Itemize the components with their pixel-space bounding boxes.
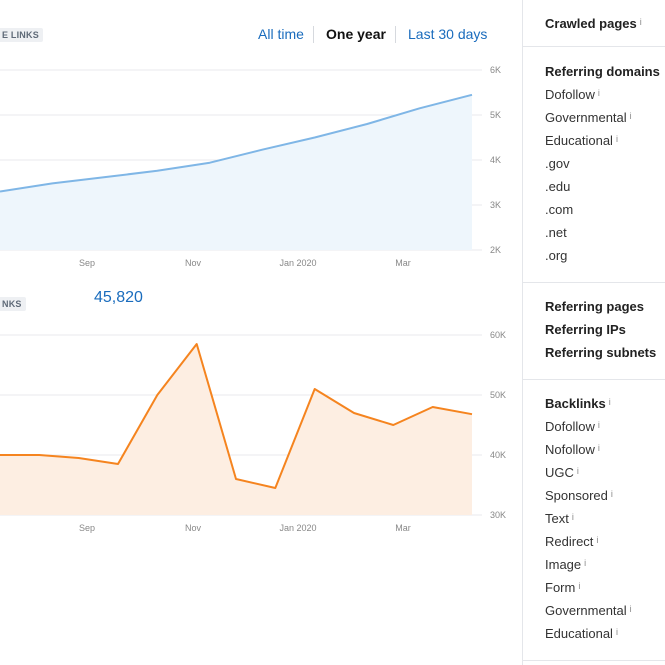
sidebar-backlink-nofollow[interactable]: Nofollow i xyxy=(545,442,600,457)
sidebar-backlink-governmental[interactable]: Governmental i xyxy=(545,603,632,618)
sidebar-rule xyxy=(523,379,665,380)
x-tick-label: Mar xyxy=(395,258,411,268)
y-tick-label: 60K xyxy=(490,330,506,340)
chart-badge-top: E LINKS xyxy=(0,28,43,42)
sidebar-tld-gov[interactable]: .gov xyxy=(545,156,570,171)
sidebar-referring-domains[interactable]: Referring domains xyxy=(545,64,660,79)
sidebar-domain-educational[interactable]: Educational i xyxy=(545,133,618,148)
y-tick-label: 30K xyxy=(490,510,506,520)
y-tick-label: 2K xyxy=(490,245,501,255)
sidebar-tld-com[interactable]: .com xyxy=(545,202,573,217)
x-tick-label: Sep xyxy=(79,523,95,533)
info-icon[interactable]: i xyxy=(609,397,611,407)
info-icon[interactable]: i xyxy=(598,88,600,98)
sidebar-referring-pages[interactable]: Referring pages xyxy=(545,299,644,314)
info-icon[interactable]: i xyxy=(630,111,632,121)
sidebar-backlink-text[interactable]: Text i xyxy=(545,511,574,526)
info-icon[interactable]: i xyxy=(578,581,580,591)
info-icon[interactable]: i xyxy=(630,604,632,614)
info-icon[interactable]: i xyxy=(584,558,586,568)
bottom-area-chart: 60K 50K 40K 30K Sep Nov Jan 2020 Mar xyxy=(0,330,506,533)
info-icon[interactable]: i xyxy=(611,489,613,499)
sidebar-referring-subnets[interactable]: Referring subnets xyxy=(545,345,656,360)
sidebar-rule xyxy=(523,282,665,283)
y-tick-label: 40K xyxy=(490,450,506,460)
info-icon[interactable]: i xyxy=(572,512,574,522)
info-icon[interactable]: i xyxy=(616,134,618,144)
sidebar-backlink-redirect[interactable]: Redirect i xyxy=(545,534,598,549)
info-icon[interactable]: i xyxy=(640,17,642,27)
sidebar-backlink-sponsored[interactable]: Sponsored i xyxy=(545,488,613,503)
sidebar-tld-edu[interactable]: .edu xyxy=(545,179,570,194)
info-icon[interactable]: i xyxy=(598,420,600,430)
info-icon[interactable]: i xyxy=(577,466,579,476)
sidebar-backlink-form[interactable]: Form i xyxy=(545,580,580,595)
sidebar-divider xyxy=(522,0,523,665)
x-tick-label: Nov xyxy=(185,258,202,268)
range-separator xyxy=(313,26,314,43)
top-area-fill xyxy=(0,94,472,250)
range-separator xyxy=(395,26,396,43)
y-tick-label: 6K xyxy=(490,65,501,75)
sidebar-domain-governmental[interactable]: Governmental i xyxy=(545,110,632,125)
info-icon[interactable]: i xyxy=(596,535,598,545)
range-all-time[interactable]: All time xyxy=(258,26,304,42)
sidebar-backlink-dofollow[interactable]: Dofollow i xyxy=(545,419,600,434)
x-tick-label: Nov xyxy=(185,523,202,533)
sidebar-domain-dofollow[interactable]: Dofollow i xyxy=(545,87,600,102)
bottom-area-fill xyxy=(0,344,472,515)
sidebar-backlink-ugc[interactable]: UGC i xyxy=(545,465,579,480)
y-tick-label: 50K xyxy=(490,390,506,400)
sidebar-rule xyxy=(523,46,665,47)
sidebar-crawled-pages[interactable]: Crawled pages i xyxy=(545,16,642,31)
top-area-chart: 6K 5K 4K 3K 2K Sep Nov Jan 2020 Mar xyxy=(0,65,501,268)
sidebar-tld-org[interactable]: .org xyxy=(545,248,567,263)
x-tick-label: Jan 2020 xyxy=(279,258,316,268)
sidebar-backlink-image[interactable]: Image i xyxy=(545,557,586,572)
info-icon[interactable]: i xyxy=(598,443,600,453)
sidebar-tld-net[interactable]: .net xyxy=(545,225,567,240)
info-icon[interactable]: i xyxy=(616,627,618,637)
sidebar-backlinks[interactable]: Backlinks i xyxy=(545,396,611,411)
x-tick-label: Jan 2020 xyxy=(279,523,316,533)
range-one-year[interactable]: One year xyxy=(326,26,386,42)
backlinks-metric-value: 45,820 xyxy=(94,289,143,306)
sidebar-rule xyxy=(523,660,665,661)
y-tick-label: 3K xyxy=(490,200,501,210)
y-tick-label: 4K xyxy=(490,155,501,165)
range-last-30-days[interactable]: Last 30 days xyxy=(408,26,487,42)
chart-badge-bottom: NKS xyxy=(0,297,26,311)
sidebar-referring-ips[interactable]: Referring IPs xyxy=(545,322,626,337)
sidebar-backlink-educational[interactable]: Educational i xyxy=(545,626,618,641)
x-tick-label: Mar xyxy=(395,523,411,533)
y-tick-label: 5K xyxy=(490,110,501,120)
x-tick-label: Sep xyxy=(79,258,95,268)
